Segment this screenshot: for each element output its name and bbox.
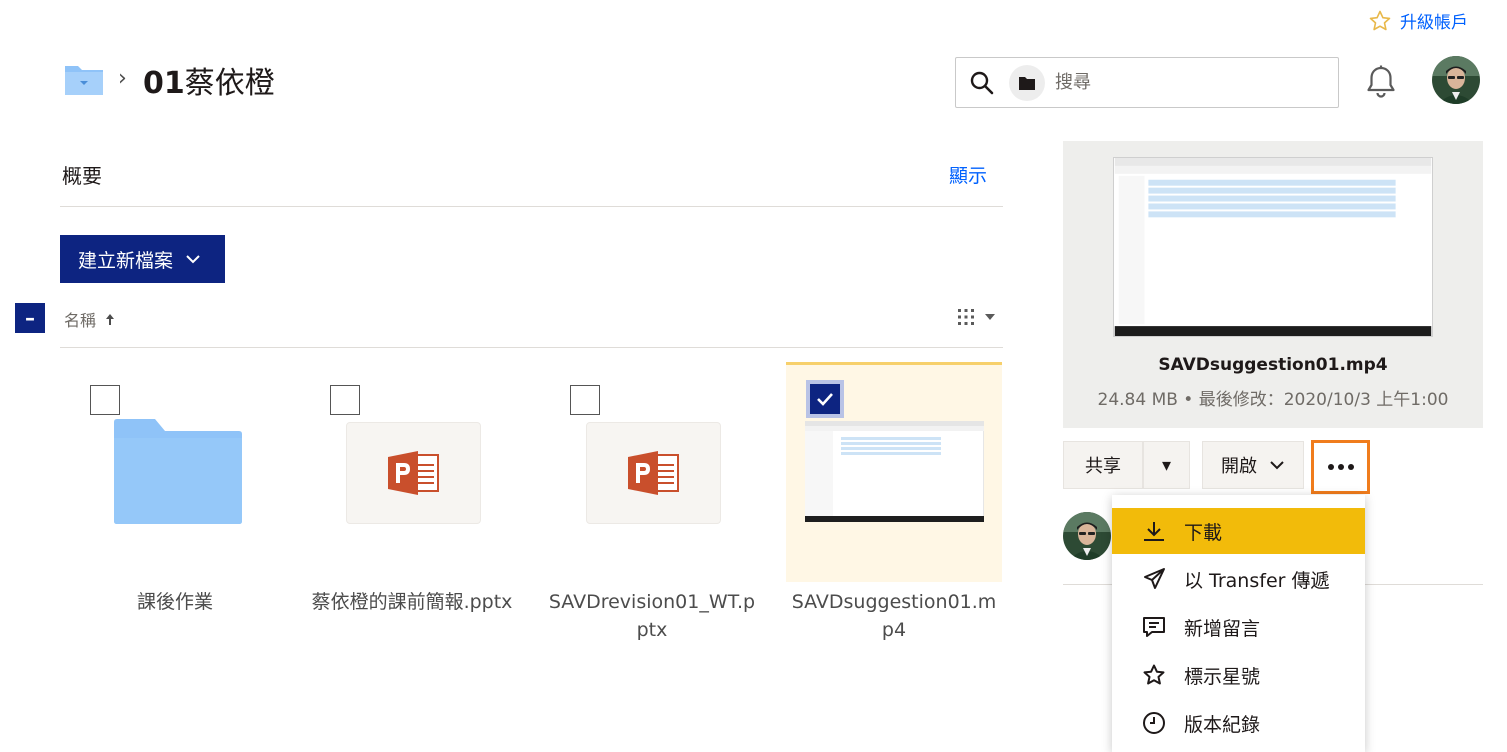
chevron-down-icon: [186, 255, 200, 264]
file-tile-pptx[interactable]: 蔡依橙的課前簡報.pptx: [304, 362, 520, 642]
file-checkbox[interactable]: [570, 385, 600, 415]
file-thumbnail: [346, 422, 481, 524]
menu-item-label: 下載: [1184, 521, 1223, 544]
overview-heading: 概要: [62, 164, 102, 188]
more-actions-menu: 下載 以 Transfer 傳遞 新增留言 標示星號 版本紀錄: [1112, 495, 1365, 752]
menu-item-label: 版本紀錄: [1184, 713, 1261, 736]
file-checkbox[interactable]: [90, 385, 120, 415]
file-thumbnail: [586, 422, 721, 524]
file-name: 課後作業: [136, 591, 213, 613]
grid-view-icon: [958, 309, 974, 325]
chevron-down-icon: [1270, 461, 1284, 470]
preview-file-meta: 24.84 MB • 最後修改：2020/10/3 上午1:00: [1097, 390, 1449, 410]
file-checkbox[interactable]: [806, 380, 844, 418]
more-actions-button[interactable]: [1311, 440, 1370, 494]
checkmark-icon: [817, 393, 833, 406]
file-tile-video[interactable]: SAVDsuggestion01.mp4: [786, 362, 1002, 642]
menu-item-label: 標示星號: [1184, 665, 1261, 688]
column-name-label: 名稱: [64, 311, 97, 330]
search-box[interactable]: [955, 57, 1339, 108]
upgrade-account-link[interactable]: 升級帳戶: [1368, 8, 1468, 33]
send-icon: [1141, 566, 1167, 592]
ellipsis-icon: [1327, 464, 1354, 470]
file-checkbox[interactable]: [330, 385, 360, 415]
open-button-label: 開啟: [1221, 456, 1257, 477]
create-new-file-label: 建立新檔案: [78, 249, 174, 272]
overview-show-link[interactable]: 顯示: [949, 161, 987, 188]
menu-item-add-comment[interactable]: 新增留言: [1112, 604, 1365, 650]
avatar-photo: [1432, 56, 1480, 104]
page-title-name: 蔡依橙: [184, 66, 275, 101]
comment-icon: [1141, 614, 1167, 640]
search-input[interactable]: [1055, 72, 1305, 93]
download-icon: [1141, 518, 1167, 544]
video-thumbnail: [805, 421, 984, 522]
folder-icon: [1019, 76, 1035, 90]
file-tile-pptx[interactable]: SAVDrevision01_WT.pptx: [544, 362, 760, 642]
share-button[interactable]: 共享: [1063, 441, 1143, 489]
file-name: SAVDrevision01_WT.pptx: [548, 591, 756, 641]
share-dropdown-button[interactable]: ▾: [1143, 441, 1190, 489]
owner-avatar: [1063, 512, 1111, 560]
search-icon[interactable]: [969, 70, 995, 96]
checked-box: [810, 384, 840, 414]
divider: [60, 206, 1003, 207]
powerpoint-icon: [627, 451, 679, 495]
page-title-prefix: 01: [143, 66, 185, 101]
create-new-file-button[interactable]: 建立新檔案: [60, 235, 225, 283]
sort-ascending-icon: [106, 314, 115, 325]
search-scope-folder[interactable]: [1009, 64, 1045, 101]
star-outline-icon: [1369, 10, 1391, 30]
shared-folder-icon[interactable]: [64, 62, 104, 96]
divider: [60, 347, 1003, 348]
view-toggle[interactable]: [957, 308, 995, 326]
history-icon: [1141, 710, 1167, 736]
avatar-photo: [1063, 512, 1111, 560]
preview-thumbnail[interactable]: [1113, 157, 1433, 337]
menu-item-version-history[interactable]: 版本紀錄: [1112, 700, 1365, 746]
sort-by-name-header[interactable]: 名稱: [64, 307, 116, 331]
menu-item-label: 新增留言: [1184, 617, 1261, 640]
select-all-checkbox[interactable]: –: [15, 303, 45, 333]
file-name: SAVDsuggestion01.mp4: [791, 591, 997, 641]
page-title: 01蔡依橙: [143, 58, 275, 102]
menu-item-star[interactable]: 標示星號: [1112, 652, 1365, 698]
powerpoint-icon: [387, 451, 439, 495]
upgrade-account-label: 升級帳戶: [1400, 13, 1468, 33]
preview-file-name: SAVDsuggestion01.mp4: [1158, 355, 1388, 375]
file-name: 蔡依橙的課前簡報.pptx: [311, 591, 513, 613]
breadcrumb-separator: ›: [118, 66, 127, 91]
open-button[interactable]: 開啟: [1202, 441, 1304, 489]
user-avatar[interactable]: [1432, 56, 1480, 104]
file-tile-folder[interactable]: 課後作業: [67, 362, 283, 642]
menu-item-download[interactable]: 下載: [1112, 508, 1365, 554]
star-icon: [1141, 662, 1167, 688]
notification-bell-icon[interactable]: [1364, 64, 1398, 100]
menu-item-label: 以 Transfer 傳遞: [1184, 569, 1330, 592]
menu-item-transfer[interactable]: 以 Transfer 傳遞: [1112, 556, 1365, 602]
caret-down-icon: [985, 314, 995, 320]
folder-icon: [114, 419, 242, 524]
